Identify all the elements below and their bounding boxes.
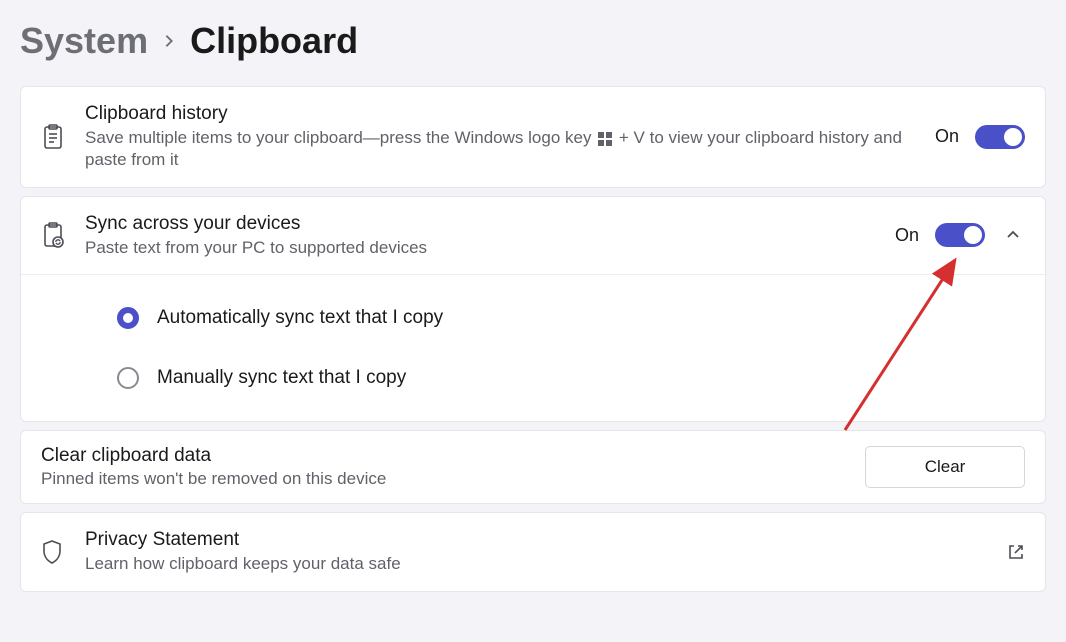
sync-option-auto[interactable]: Automatically sync text that I copy [117,307,1025,329]
history-toggle[interactable] [975,125,1025,149]
radio-selected-icon [117,307,139,329]
sync-option-manual-label: Manually sync text that I copy [157,367,406,389]
clipboard-sync-icon [41,222,85,248]
sync-card: Sync across your devices Paste text from… [20,196,1046,423]
sync-title: Sync across your devices [85,213,875,235]
sync-options-panel: Automatically sync text that I copy Manu… [21,274,1045,421]
open-external-icon [1007,543,1025,561]
clipboard-icon [41,124,85,150]
chevron-right-icon [162,34,176,48]
history-desc: Save multiple items to your clipboard—pr… [85,127,915,171]
privacy-title: Privacy Statement [85,529,987,551]
clear-title: Clear clipboard data [41,445,865,467]
clear-desc: Pinned items won't be removed on this de… [41,469,865,489]
history-toggle-label: On [935,126,959,147]
history-title: Clipboard history [85,103,915,125]
clipboard-history-card: Clipboard history Save multiple items to… [20,86,1046,188]
collapse-button[interactable] [1001,223,1025,247]
sync-desc: Paste text from your PC to supported dev… [85,237,875,259]
privacy-card[interactable]: Privacy Statement Learn how clipboard ke… [20,512,1046,592]
privacy-desc: Learn how clipboard keeps your data safe [85,553,987,575]
breadcrumb-leaf: Clipboard [190,20,358,62]
clear-button[interactable]: Clear [865,446,1025,488]
breadcrumb-root[interactable]: System [20,20,148,62]
chevron-up-icon [1005,227,1021,243]
windows-key-icon [598,132,612,146]
breadcrumb: System Clipboard [20,20,1046,62]
radio-unselected-icon [117,367,139,389]
shield-icon [41,539,85,565]
clear-card: Clear clipboard data Pinned items won't … [20,430,1046,504]
sync-option-auto-label: Automatically sync text that I copy [157,307,443,329]
sync-toggle[interactable] [935,223,985,247]
sync-toggle-label: On [895,225,919,246]
sync-option-manual[interactable]: Manually sync text that I copy [117,367,1025,389]
